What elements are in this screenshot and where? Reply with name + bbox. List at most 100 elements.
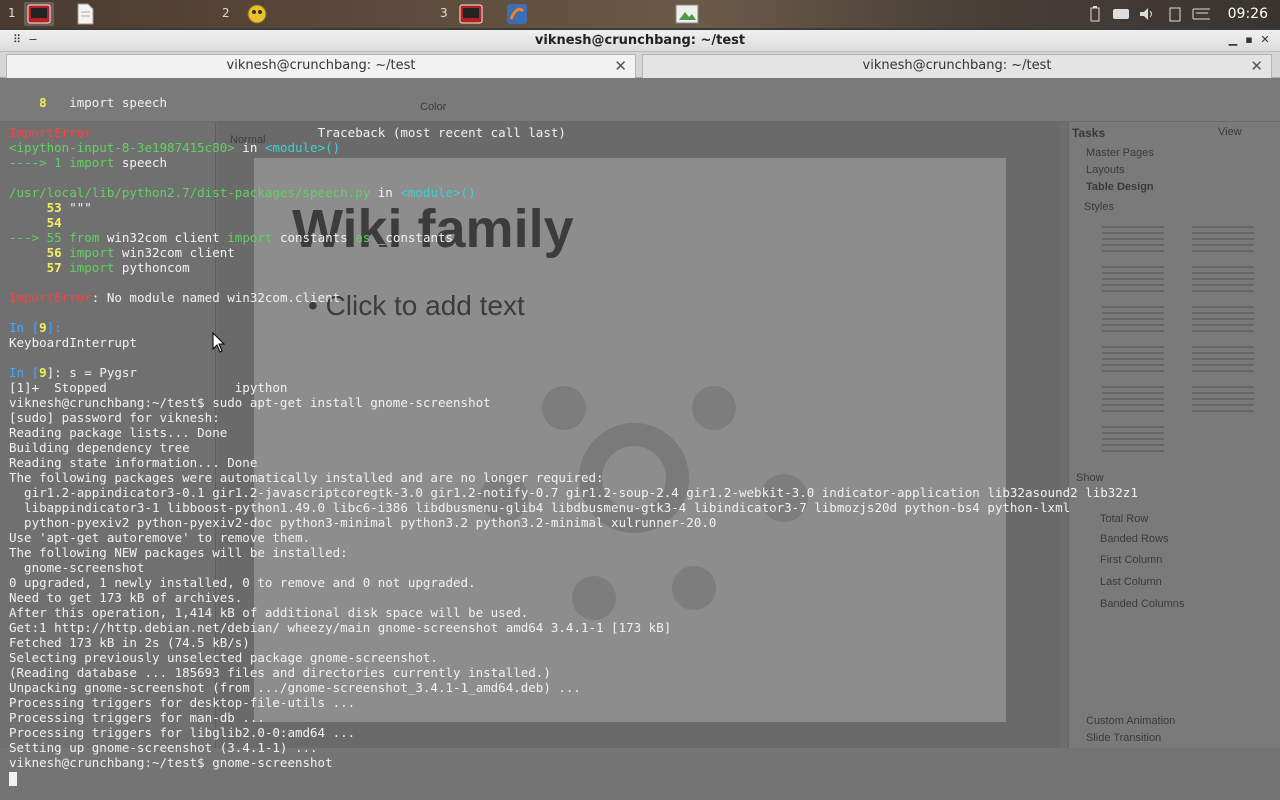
terminal-text: Setting up gnome-screenshot (3.4.1-1) ..…: [9, 740, 318, 755]
terminal-text: 9: [39, 320, 47, 335]
terminal-line: /usr/local/lib/python2.7/dist-packages/s…: [9, 185, 1138, 200]
background-tasks-view: View: [1218, 126, 1242, 138]
terminal-text: Reading state information... Done: [9, 455, 258, 470]
terminal-text: [1]+ Stopped ipython: [9, 380, 288, 395]
terminal-text: /usr/local/lib/python2.7/dist-packages/s…: [9, 185, 371, 200]
terminal-text: win32com client: [114, 245, 235, 260]
terminal-line: libappindicator3-1 libboost-python1.49.0…: [9, 500, 1138, 515]
terminal-text: import speech: [46, 95, 168, 110]
workspace-3-label[interactable]: 3: [440, 6, 448, 20]
chat-app-icon: [247, 4, 267, 24]
terminal-line: Building dependency tree: [9, 440, 1138, 455]
terminal-text: The following NEW packages will be insta…: [9, 545, 348, 560]
workspace-1-label[interactable]: 1: [8, 6, 16, 20]
minimize-icon[interactable]: ▁: [1226, 33, 1240, 47]
terminal-line: Processing triggers for man-db ...: [9, 710, 1138, 725]
task-chat-app[interactable]: [242, 2, 272, 26]
terminal-line: After this operation, 1,414 kB of additi…: [9, 605, 1138, 620]
terminal-text: The following packages were automaticall…: [9, 470, 604, 485]
tab-bar: viknesh@crunchbang: ~/test ✕ viknesh@cru…: [0, 52, 1280, 78]
drive-icon[interactable]: [1112, 5, 1130, 23]
terminal-line: (Reading database ... 185693 files and d…: [9, 665, 1138, 680]
terminal-line: gnome-screenshot: [9, 560, 1138, 575]
clock[interactable]: 09:26: [1228, 6, 1268, 22]
terminal-text: gir1.2-appindicator3-0.1 gir1.2-javascri…: [9, 485, 1138, 500]
terminal-line: ImportError Traceback (most recent call …: [9, 125, 1138, 140]
terminal-text: ]:: [46, 320, 70, 335]
tab-close-icon[interactable]: ✕: [614, 55, 627, 77]
terminal-line: 54: [9, 215, 1138, 230]
terminal-text: viknesh@crunchbang:~/test$ sudo apt-get …: [9, 395, 491, 410]
battery-icon[interactable]: [1086, 5, 1104, 23]
terminal-text: viknesh@crunchbang:~/test$ gnome-screens…: [9, 755, 333, 770]
terminal-text: constants: [272, 230, 356, 245]
window-title: viknesh@crunchbang: ~/test: [534, 33, 746, 48]
terminal-line: 56 import win32com client: [9, 245, 1138, 260]
tab-terminal-1[interactable]: viknesh@crunchbang: ~/test ✕: [6, 54, 636, 78]
terminal-line: ImportError: No module named win32com.cl…: [9, 290, 1138, 305]
maximize-icon[interactable]: ▪: [1242, 33, 1256, 47]
tab-close-icon[interactable]: ✕: [1250, 55, 1263, 77]
terminal-text: KeyboardInterrupt: [9, 335, 137, 350]
terminal-text: <module>(): [264, 140, 341, 155]
task-browser-app[interactable]: [502, 2, 532, 26]
terminal-line: viknesh@crunchbang:~/test$ gnome-screens…: [9, 755, 1138, 770]
task-image-app[interactable]: [672, 2, 702, 26]
terminal-text: _constants: [370, 230, 454, 245]
terminal-text: speech: [114, 155, 168, 170]
workspace-2-label[interactable]: 2: [222, 6, 230, 20]
terminal-line: 0 upgraded, 1 newly installed, 0 to remo…: [9, 575, 1138, 590]
terminal-text: ]: s = Pygsr: [46, 365, 137, 380]
tab-terminal-2[interactable]: viknesh@crunchbang: ~/test ✕: [642, 54, 1272, 78]
terminal-text: Building dependency tree: [9, 440, 190, 455]
terminal-text: 53: [46, 200, 62, 215]
terminal-text: libappindicator3-1 libboost-python1.49.0…: [9, 500, 1071, 515]
terminal-text: ----> 1: [9, 155, 70, 170]
terminal-line: python-pyexiv2 python-pyexiv2-doc python…: [9, 515, 1138, 530]
volume-icon[interactable]: [1138, 5, 1156, 23]
task-terminal-app[interactable]: [24, 2, 54, 26]
clipboard-icon[interactable]: [1166, 5, 1184, 23]
terminal-line: 57 import pythoncom: [9, 260, 1138, 275]
terminal-text: Selecting previously unselected package …: [9, 650, 438, 665]
terminal-text: in: [234, 140, 265, 155]
terminal-line: Get:1 http://http.debian.net/debian/ whe…: [9, 620, 1138, 635]
terminal-text: 0 upgraded, 1 newly installed, 0 to remo…: [9, 575, 476, 590]
task-terminal-app-2[interactable]: [456, 2, 486, 26]
terminal-text: in: [370, 185, 401, 200]
terminal-text: In [: [9, 365, 40, 380]
terminal-line: In [9]:: [9, 320, 1138, 335]
terminal-text: import: [69, 260, 115, 275]
terminal-text: ImportError: [9, 125, 92, 140]
terminal-line: 53 """: [9, 200, 1138, 215]
terminal-text: After this operation, 1,414 kB of additi…: [9, 605, 529, 620]
terminal-line: viknesh@crunchbang:~/test$ sudo apt-get …: [9, 395, 1138, 410]
terminal-text: Use 'apt-get autoremove' to remove them.: [9, 530, 311, 545]
terminal-text: Reading package lists... Done: [9, 425, 228, 440]
keyboard-icon[interactable]: [1192, 5, 1210, 23]
terminal-text: 54: [46, 215, 62, 230]
terminal-line: [1]+ Stopped ipython: [9, 380, 1138, 395]
window-titlebar[interactable]: ⠿ − viknesh@crunchbang: ~/test ▁ ▪ ✕: [0, 30, 1280, 52]
close-icon[interactable]: ✕: [1258, 33, 1272, 47]
terminal-text: ---> 55: [9, 230, 70, 245]
terminal-text: gnome-screenshot: [9, 560, 145, 575]
terminal-app-icon: [459, 4, 483, 24]
top-panel: 1 2 3 09:26: [0, 0, 1280, 28]
terminal-line: Need to get 173 kB of archives.: [9, 590, 1138, 605]
terminal-area[interactable]: Color Wiki family • Click to add text No…: [0, 78, 1280, 800]
terminal-line: Setting up gnome-screenshot (3.4.1-1) ..…: [9, 740, 1138, 755]
task-document-app[interactable]: [70, 2, 100, 26]
terminal-text: as: [355, 230, 371, 245]
terminal-app-icon: [27, 4, 51, 24]
terminal-text: Processing triggers for desktop-file-uti…: [9, 695, 356, 710]
terminal-text: <ipython-input-8-3e1987415c80>: [9, 140, 235, 155]
terminal-output[interactable]: 8 import speech ImportError Traceback (mo…: [9, 95, 1138, 770]
